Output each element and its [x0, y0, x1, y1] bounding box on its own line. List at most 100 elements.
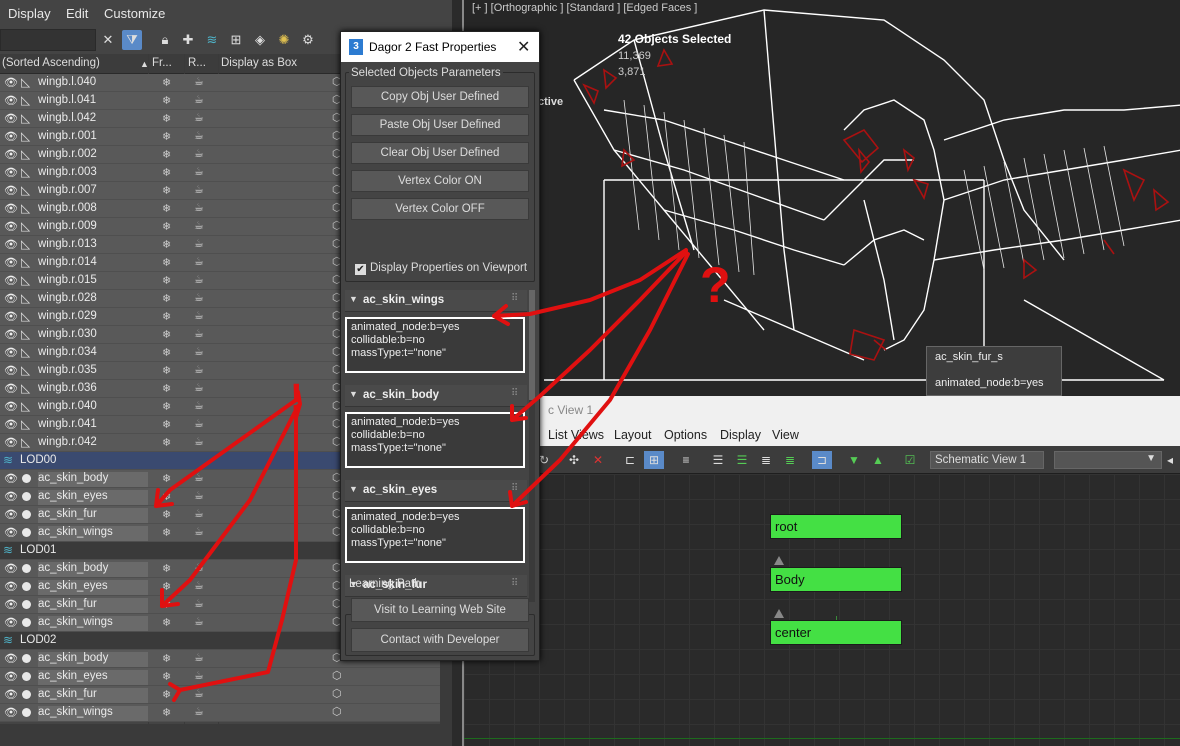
teapot-render-icon[interactable]: ☕︎	[194, 75, 204, 88]
teapot-render-icon[interactable]: ☕︎	[194, 579, 204, 592]
freeze-icon[interactable]: ❄	[162, 112, 171, 125]
arrange-icon[interactable]: ≣	[780, 451, 800, 469]
eye-icon[interactable]: 👁︎	[4, 652, 18, 665]
teapot-render-icon[interactable]: ☕︎	[194, 345, 204, 358]
connect-icon[interactable]: ✣	[564, 451, 584, 469]
add-icon[interactable]: ✚	[178, 30, 198, 50]
freeze-icon[interactable]: ❄	[162, 256, 171, 269]
col-name[interactable]: (Sorted Ascending)	[2, 57, 100, 69]
freeze-icon[interactable]: ❄	[162, 274, 171, 287]
menu-layout[interactable]: Layout	[614, 428, 652, 442]
rollout-header[interactable]: ▼ ac_skin_body ⠿	[345, 385, 527, 407]
eye-icon[interactable]: 👁︎	[4, 616, 18, 629]
scrollbar-thumb[interactable]	[529, 290, 535, 400]
teapot-render-icon[interactable]: ☕︎	[194, 525, 204, 538]
eye-icon[interactable]: 👁︎	[4, 526, 18, 539]
eye-icon[interactable]: 👁︎	[4, 706, 18, 719]
node-root[interactable]: root	[770, 514, 902, 539]
teapot-render-icon[interactable]: ☕︎	[194, 471, 204, 484]
viewport-label[interactable]: [+ ] [Orthographic ] [Standard ] [Edged …	[472, 2, 697, 14]
hide-icon[interactable]: ≡	[676, 451, 696, 469]
rollout-header[interactable]: ▼ ac_skin_wings ⠿	[345, 290, 527, 312]
teapot-render-icon[interactable]: ☕︎	[194, 309, 204, 322]
teapot-render-icon[interactable]: ☕︎	[194, 129, 204, 142]
align-center-icon[interactable]: ☰	[732, 451, 752, 469]
teapot-render-icon[interactable]: ☕︎	[194, 327, 204, 340]
light-icon[interactable]: ✺	[274, 30, 294, 50]
freeze-icon[interactable]: ❄	[162, 490, 171, 503]
display-properties-checkbox[interactable]: ✔ Display Properties on Viewport	[355, 262, 527, 275]
freeze-icon[interactable]: ❄	[162, 418, 171, 431]
eye-icon[interactable]: 👁︎	[4, 400, 18, 413]
node-body[interactable]: Body	[770, 567, 902, 592]
hierarchy-icon[interactable]: ⊞	[226, 30, 246, 50]
freeze-icon[interactable]: ❄	[162, 526, 171, 539]
eye-icon[interactable]: 👁︎	[4, 382, 18, 395]
eye-icon[interactable]: 👁︎	[4, 418, 18, 431]
align-right-icon[interactable]: ≣	[756, 451, 776, 469]
checkbox-checked-icon[interactable]: ✔	[355, 264, 366, 275]
eye-icon[interactable]: 👁︎	[4, 166, 18, 179]
col-display-as-box[interactable]: Display as Box	[221, 57, 297, 69]
freeze-icon[interactable]: ❄	[162, 382, 171, 395]
schematic-dropdown[interactable]: ▼	[1054, 451, 1162, 469]
teapot-render-icon[interactable]: ☕︎	[194, 669, 204, 682]
menu-view[interactable]: View	[772, 428, 799, 442]
freeze-icon[interactable]: ❄	[162, 400, 171, 413]
schematic-name-field[interactable]: Schematic View 1	[930, 451, 1044, 469]
collapse-icon[interactable]: ▲	[868, 451, 888, 469]
layer-icon[interactable]: ≋	[3, 453, 13, 467]
filter-icon[interactable]: ⧩	[122, 30, 142, 50]
teapot-render-icon[interactable]: ☕︎	[194, 255, 204, 268]
menu-display[interactable]: Display	[8, 6, 51, 21]
teapot-render-icon[interactable]: ☕︎	[194, 363, 204, 376]
clear-search-icon[interactable]: ✕	[98, 30, 118, 50]
node-collapse-icon[interactable]	[774, 556, 784, 565]
teapot-render-icon[interactable]: ☕︎	[194, 687, 204, 700]
freeze-icon[interactable]: ❄	[162, 598, 171, 611]
teapot-render-icon[interactable]: ☕︎	[194, 597, 204, 610]
eye-icon[interactable]: 👁︎	[4, 508, 18, 521]
menu-customize[interactable]: Customize	[104, 6, 165, 21]
menu-display[interactable]: Display	[720, 428, 761, 442]
freeze-icon[interactable]: ❄	[162, 688, 171, 701]
menu-options[interactable]: Options	[664, 428, 707, 442]
teapot-render-icon[interactable]: ☕︎	[194, 615, 204, 628]
eye-icon[interactable]: 👁︎	[4, 598, 18, 611]
visit-learning-site-button[interactable]: Visit to Learning Web Site	[351, 598, 529, 622]
grip-icon[interactable]: ⠿	[511, 483, 518, 494]
eye-icon[interactable]: 👁︎	[4, 148, 18, 161]
dialog-titlebar[interactable]: 3 Dagor 2 Fast Properties ✕	[341, 32, 539, 62]
hierarchy-mode-icon[interactable]: ⊏	[620, 451, 640, 469]
freeze-icon[interactable]: ❄	[162, 616, 171, 629]
freeze-icon[interactable]: ❄	[162, 220, 171, 233]
teapot-render-icon[interactable]: ☕︎	[194, 507, 204, 520]
eye-icon[interactable]: 👁︎	[4, 202, 18, 215]
teapot-render-icon[interactable]: ☕︎	[194, 291, 204, 304]
eye-icon[interactable]: 👁︎	[4, 292, 18, 305]
grip-icon[interactable]: ⠿	[511, 388, 518, 399]
eye-icon[interactable]: 👁︎	[4, 76, 18, 89]
eye-icon[interactable]: 👁︎	[4, 688, 18, 701]
eye-icon[interactable]: 👁︎	[4, 238, 18, 251]
node-center[interactable]: center	[770, 620, 902, 645]
grip-icon[interactable]: ⠿	[511, 293, 518, 304]
arrow-left-icon[interactable]: ◂	[1160, 451, 1180, 469]
grip-icon[interactable]: ⠿	[511, 578, 518, 589]
freeze-icon[interactable]: ❄	[162, 508, 171, 521]
eye-icon[interactable]: 👁︎	[4, 562, 18, 575]
eye-icon[interactable]: 👁︎	[4, 256, 18, 269]
box-icon[interactable]: ⬡	[332, 687, 342, 700]
freeze-icon[interactable]: ❄	[162, 580, 171, 593]
eye-icon[interactable]: 👁︎	[4, 328, 18, 341]
vertex-color-off-button[interactable]: Vertex Color OFF	[351, 198, 529, 220]
teapot-render-icon[interactable]: ☕︎	[194, 201, 204, 214]
references-mode-icon[interactable]: ⊞	[644, 451, 664, 469]
teapot-render-icon[interactable]: ☕︎	[194, 489, 204, 502]
user-properties-textbox[interactable]: animated_node:b=yes collidable:b=no mass…	[345, 317, 525, 373]
eye-icon[interactable]: 👁︎	[4, 364, 18, 377]
eye-icon[interactable]: 👁︎	[4, 490, 18, 503]
eye-icon[interactable]: 👁︎	[4, 436, 18, 449]
freeze-icon[interactable]: ❄	[162, 238, 171, 251]
freeze-icon[interactable]: ❄	[162, 148, 171, 161]
